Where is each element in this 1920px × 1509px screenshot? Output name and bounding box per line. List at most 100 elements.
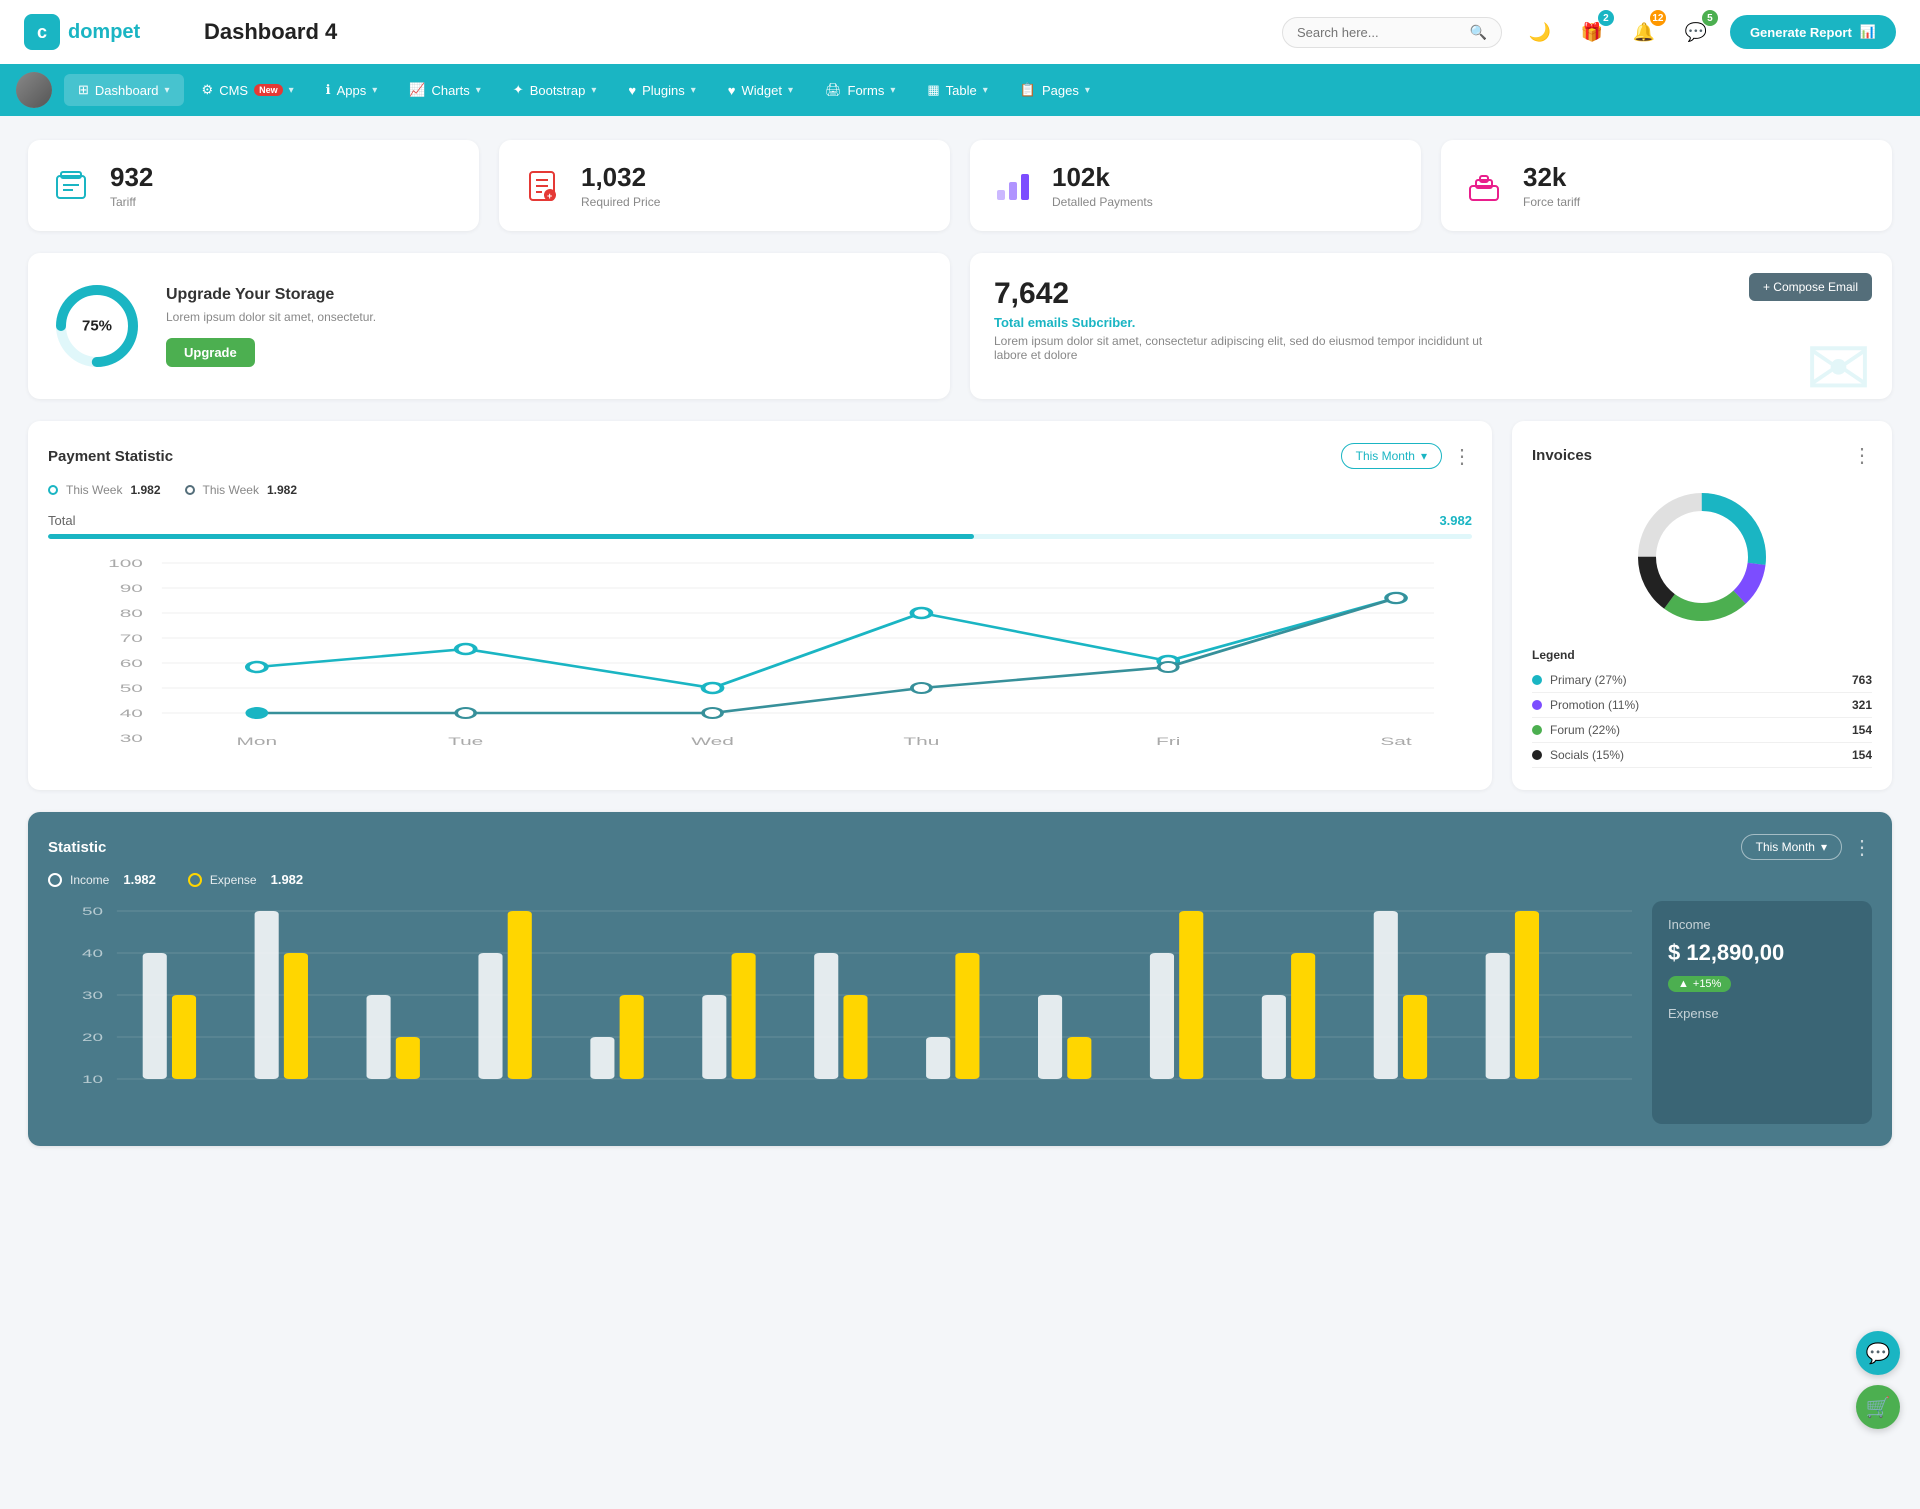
invoices-card: Invoices ⋮ Leg [1512, 421, 1892, 790]
apps-icon: ℹ [326, 82, 331, 98]
sidebar-item-cms[interactable]: ⚙ CMS New ▾ [188, 74, 308, 106]
nav-avatar [16, 72, 52, 108]
payment-card-header: Payment Statistic This Month ▾ ⋮ [48, 443, 1472, 469]
sidebar-item-apps[interactable]: ℹ Apps ▾ [312, 74, 392, 106]
svg-text:Tue: Tue [448, 735, 483, 748]
total-label: Total [48, 513, 75, 528]
email-card: + Compose Email 7,642 Total emails Subcr… [970, 253, 1892, 399]
bar-chart-icon: 📊 [1860, 24, 1876, 40]
inv-dot-primary [1532, 675, 1542, 685]
pages-icon: 📋 [1020, 82, 1036, 98]
storage-info: Upgrade Your Storage Lorem ipsum dolor s… [166, 286, 376, 367]
svg-text:80: 80 [120, 607, 143, 620]
sidebar-item-dashboard[interactable]: ⊞ Dashboard ▾ [64, 74, 184, 106]
chevron-down-icon: ▾ [289, 85, 294, 96]
bell-badge: 12 [1650, 10, 1666, 26]
payment-filter-button[interactable]: This Month ▾ [1341, 443, 1442, 469]
invoices-donut-wrap [1532, 482, 1872, 632]
total-value: 3.982 [1439, 513, 1472, 528]
chevron-down-icon: ▾ [476, 85, 481, 96]
main-content: 932 Tariff + 1,032 Required Price [0, 116, 1920, 1192]
sidebar-item-widget[interactable]: ♥ Widget ▾ [714, 75, 807, 106]
inv-legend-item-2: Forum (22%) 154 [1532, 718, 1872, 743]
chat-btn[interactable]: 💬 5 [1678, 14, 1714, 50]
generate-report-button[interactable]: Generate Report 📊 [1730, 15, 1896, 49]
gift-badge: 2 [1598, 10, 1614, 26]
search-icon[interactable]: 🔍 [1470, 24, 1487, 41]
chevron-down-icon: ▾ [165, 85, 170, 96]
sidebar-item-forms[interactable]: 🖨 Forms ▾ [811, 74, 909, 106]
inv-legend-item-3: Socials (15%) 154 [1532, 743, 1872, 768]
sidebar-item-pages[interactable]: 📋 Pages ▾ [1006, 74, 1104, 106]
header-icons: 🌙 🎁 2 🔔 12 💬 5 Generate Report 📊 [1522, 14, 1896, 50]
detailed-payments-info: 102k Detalled Payments [1052, 162, 1153, 209]
bar-chart-area: 50 40 30 20 10 [48, 901, 1872, 1124]
statistic-more-button[interactable]: ⋮ [1852, 835, 1872, 860]
inv-dot-socials [1532, 750, 1542, 760]
detailed-payments-label: Detalled Payments [1052, 195, 1153, 209]
inv-legend-item-1: Promotion (11%) 321 [1532, 693, 1872, 718]
invoices-donut-chart [1627, 482, 1777, 632]
force-tariff-icon [1461, 163, 1507, 209]
tariff-info: 932 Tariff [110, 162, 153, 209]
svg-text:60: 60 [120, 657, 143, 670]
sidebar-item-table[interactable]: ▦ Table ▾ [913, 74, 1001, 106]
stat-cards-grid: 932 Tariff + 1,032 Required Price [28, 140, 1892, 231]
search-input[interactable] [1297, 25, 1462, 40]
chevron-down-icon: ▾ [372, 85, 377, 96]
svg-text:10: 10 [82, 1074, 103, 1086]
required-price-value: 1,032 [581, 162, 660, 193]
stat-legend-income: Income 1.982 [48, 872, 156, 887]
email-count: 7,642 [994, 277, 1868, 311]
svg-text:+: + [547, 191, 552, 201]
invoices-title: Invoices [1532, 447, 1842, 464]
logo[interactable]: c dompet [24, 14, 184, 50]
bell-btn[interactable]: 🔔 12 [1626, 14, 1662, 50]
storage-card: 75% Upgrade Your Storage Lorem ipsum dol… [28, 253, 950, 399]
gift-btn[interactable]: 🎁 2 [1574, 14, 1610, 50]
cms-icon: ⚙ [202, 82, 214, 98]
svg-text:50: 50 [120, 682, 143, 695]
table-icon: ▦ [927, 82, 939, 98]
required-price-label: Required Price [581, 195, 660, 209]
support-fab-button[interactable]: 💬 [1856, 1331, 1900, 1375]
upgrade-button[interactable]: Upgrade [166, 338, 255, 367]
sidebar-item-charts[interactable]: 📈 Charts ▾ [395, 74, 495, 106]
required-price-icon: + [519, 163, 565, 209]
chevron-down-icon: ▾ [983, 85, 988, 96]
chevron-down-icon: ▾ [1085, 85, 1090, 96]
sidebar-item-bootstrap[interactable]: ✦ Bootstrap ▾ [499, 74, 611, 106]
tariff-label: Tariff [110, 195, 153, 209]
svg-text:Fri: Fri [1156, 735, 1180, 748]
payment-progress-fill [48, 534, 974, 539]
expense-title: Expense [1668, 1006, 1856, 1021]
payment-progress-bar [48, 534, 1472, 539]
income-badge: ▲ +15% [1668, 976, 1731, 992]
payment-more-button[interactable]: ⋮ [1452, 444, 1472, 469]
dashboard-icon: ⊞ [78, 82, 89, 98]
legend-dot-teal [48, 485, 58, 495]
fab-container: 💬 🛒 [1856, 1331, 1900, 1429]
chat-badge: 5 [1702, 10, 1718, 26]
force-tariff-label: Force tariff [1523, 195, 1580, 209]
compose-email-button[interactable]: + Compose Email [1749, 273, 1872, 301]
page-title: Dashboard 4 [204, 19, 1262, 45]
stat-card-detailed-payments: 102k Detalled Payments [970, 140, 1421, 231]
header: c dompet Dashboard 4 🔍 🌙 🎁 2 🔔 12 💬 5 Ge… [0, 0, 1920, 64]
theme-toggle-btn[interactable]: 🌙 [1522, 14, 1558, 50]
payment-statistic-card: Payment Statistic This Month ▾ ⋮ This We… [28, 421, 1492, 790]
inv-val-forum: 154 [1852, 723, 1872, 737]
cart-fab-button[interactable]: 🛒 [1856, 1385, 1900, 1429]
inv-label-primary: Primary (27%) [1550, 673, 1844, 687]
invoices-more-button[interactable]: ⋮ [1852, 443, 1872, 468]
stat-dot-expense [188, 873, 202, 887]
inv-label-socials: Socials (15%) [1550, 748, 1844, 762]
statistic-title: Statistic [48, 839, 894, 856]
svg-text:Thu: Thu [903, 735, 939, 748]
plugins-icon: ♥ [628, 83, 636, 98]
stat-legend-expense: Expense 1.982 [188, 872, 303, 887]
sidebar-item-plugins[interactable]: ♥ Plugins ▾ [614, 75, 709, 106]
inv-dot-forum [1532, 725, 1542, 735]
statistic-filter-button[interactable]: This Month ▾ [1741, 834, 1842, 860]
email-description: Lorem ipsum dolor sit amet, consectetur … [994, 334, 1494, 362]
